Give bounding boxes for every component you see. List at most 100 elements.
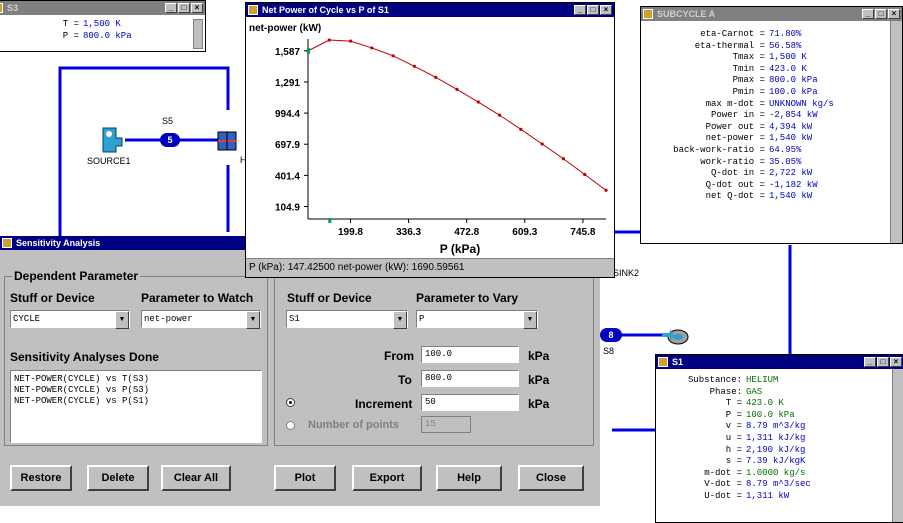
subcycle-properties: eta-Carnot = 71.80% eta-thermal = 56.58% Tma… [647, 29, 834, 203]
chart-data-point [476, 100, 480, 104]
prop-value: 800.0 kPa [83, 30, 132, 41]
stuff-label: Stuff or Device [10, 291, 95, 305]
property-row: V-dot = 8.79 m^3/sec [664, 479, 811, 491]
maximize-button[interactable]: □ [178, 3, 190, 13]
prop-value: 56.58% [769, 40, 802, 51]
prop-key: P = [725, 409, 742, 420]
to-unit: kPa [528, 373, 550, 387]
heater-icon[interactable] [214, 128, 240, 154]
chevron-down-icon[interactable]: ▼ [246, 311, 260, 329]
chevron-down-icon[interactable]: ▼ [523, 311, 537, 329]
restore-button[interactable]: Restore [10, 465, 72, 491]
chart-y-tick-label: 1,587 [275, 47, 300, 58]
list-item[interactable]: NET-POWER(CYCLE) vs P(S1) [14, 396, 258, 407]
watch-select[interactable]: net-power ▼ [141, 310, 261, 329]
close-button[interactable]: × [191, 3, 203, 13]
prop-value: 1,540 kW [769, 191, 813, 202]
ind-stuff-select[interactable]: S1 ▼ [286, 310, 408, 329]
s3-properties: T = 1,500 K P = 800.0 kPa [31, 19, 132, 42]
property-row: Tmin = 423.0 K [647, 64, 834, 76]
window-icon [658, 357, 668, 367]
chart-y-tick-label: 401.4 [275, 171, 300, 182]
close-button[interactable]: × [890, 357, 902, 367]
scrollbar[interactable] [193, 19, 203, 49]
property-row: Power in = -2,854 kW [647, 110, 834, 122]
plot-button[interactable]: Plot [274, 465, 336, 491]
prop-key: work-ratio = [700, 156, 765, 167]
chevron-down-icon[interactable]: ▼ [393, 311, 407, 329]
close-button[interactable]: × [600, 5, 612, 15]
window-controls: _ □ × [574, 5, 612, 15]
s3-window[interactable]: S3 _ □ × T = 1,500 K P = 800.0 kPa [0, 0, 206, 52]
prop-value: -1,182 kW [769, 179, 818, 190]
prop-value: 100.0 kPa [769, 86, 818, 97]
chart-y-tick-label: 697.9 [275, 140, 300, 151]
scrollbar[interactable] [890, 21, 902, 243]
delete-button[interactable]: Delete [87, 465, 149, 491]
export-button[interactable]: Export [352, 465, 422, 491]
s8-label: S8 [603, 346, 615, 356]
prop-value: 1,500 K [83, 19, 121, 29]
prop-value: 2,722 kW [769, 168, 813, 179]
minimize-button[interactable]: _ [165, 3, 177, 13]
minimize-button[interactable]: _ [864, 357, 876, 367]
chart-data-point [391, 54, 395, 58]
property-row: U-dot = 1,311 kW [664, 491, 811, 503]
close-button[interactable]: × [888, 9, 900, 19]
chart-x-tick-label: 472.8 [454, 227, 479, 238]
increment-radio[interactable] [286, 398, 295, 407]
property-row: max m-dot = UNKNOWN kg/s [647, 99, 834, 111]
stuff-select[interactable]: CYCLE ▼ [10, 310, 130, 329]
prop-value: UNKNOWN kg/s [769, 98, 834, 109]
prop-value: 35.05% [769, 156, 802, 167]
window-icon [2, 238, 12, 248]
prop-value: 423.0 K [769, 63, 807, 74]
prop-value: 1,311 kW [746, 490, 790, 501]
stuff-select-value: CYCLE [13, 314, 41, 324]
chart-window[interactable]: Net Power of Cycle vs P of S1 _ □ × net-… [245, 2, 615, 278]
minimize-button[interactable]: _ [862, 9, 874, 19]
subcycle-window[interactable]: SUBCYCLE A _ □ × eta-Carnot = 71.80% eta-t… [640, 6, 903, 244]
list-item[interactable]: NET-POWER(CYCLE) vs P(S3) [14, 385, 258, 396]
s5-node-icon[interactable]: 5 [160, 133, 180, 147]
list-item[interactable]: NET-POWER(CYCLE) vs T(S3) [14, 374, 258, 385]
property-row: Q-dot in = 2,722 kW [647, 168, 834, 180]
property-row: eta-thermal = 56.58% [647, 41, 834, 53]
prop-key: Power in = [710, 110, 765, 121]
window-controls: _ □ × [862, 9, 900, 19]
done-list[interactable]: NET-POWER(CYCLE) vs T(S3) NET-POWER(CYCLE… [10, 370, 262, 443]
prop-value: -2,854 kW [769, 110, 818, 121]
vary-select[interactable]: P ▼ [416, 310, 538, 329]
maximize-button[interactable]: □ [877, 357, 889, 367]
watch-select-value: net-power [144, 314, 193, 324]
chart-titlebar[interactable]: Net Power of Cycle vs P of S1 [246, 3, 614, 17]
scrollbar[interactable] [892, 369, 903, 522]
s8-node-icon[interactable]: 8 [600, 328, 622, 342]
clear-all-button[interactable]: Clear All [161, 465, 231, 491]
s1-window[interactable]: S1 _ □ × Substance: HELIUM Phase: GAS T = 423… [655, 354, 903, 523]
increment-input[interactable]: 50 [421, 394, 519, 411]
source-icon[interactable] [100, 124, 126, 154]
sink-label: SINK2 [613, 268, 640, 278]
ind-stuff-select-value: S1 [289, 314, 300, 324]
window-title: S3 [7, 3, 19, 13]
chevron-down-icon[interactable]: ▼ [115, 311, 129, 329]
prop-value: HELIUM [746, 375, 779, 385]
npoints-radio[interactable] [286, 421, 295, 430]
chart-data-point [540, 142, 544, 146]
prop-key: h = [725, 444, 742, 455]
property-row: work-ratio = 35.05% [647, 157, 834, 169]
maximize-button[interactable]: □ [875, 9, 887, 19]
window-controls: _ □ × [864, 357, 902, 367]
minimize-button[interactable]: _ [574, 5, 586, 15]
sink-icon[interactable] [660, 325, 690, 345]
maximize-button[interactable]: □ [587, 5, 599, 15]
close-button[interactable]: Close [518, 465, 584, 491]
from-input[interactable]: 100.0 [421, 346, 519, 363]
to-input[interactable]: 800.0 [421, 370, 519, 387]
help-button[interactable]: Help [436, 465, 502, 491]
window-title: SUBCYCLE A [657, 9, 716, 19]
chart-series-line [307, 39, 607, 191]
property-row: u = 1,311 kJ/kg [664, 433, 811, 445]
property-row: back-work-ratio = 64.95% [647, 145, 834, 157]
